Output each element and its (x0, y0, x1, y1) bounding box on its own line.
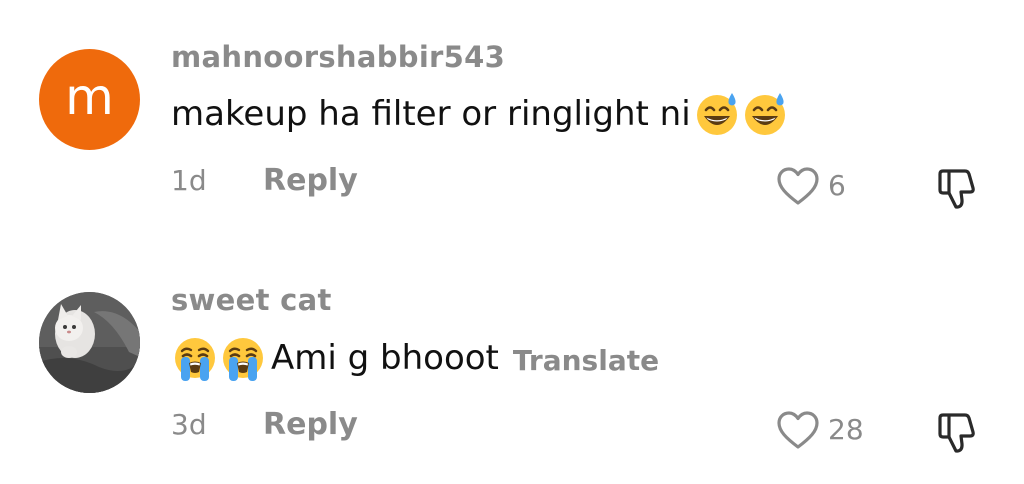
comment-meta: 1d Reply (171, 166, 358, 196)
like-button[interactable]: 28 (776, 410, 864, 450)
comment-item: m mahnoorshabbir543 makeup ha filter or … (0, 0, 1024, 240)
like-count: 28 (828, 413, 864, 446)
reply-button[interactable]: Reply (263, 410, 358, 440)
comment-text-row: Ami g bhooot Translate (171, 334, 659, 382)
avatar-letter: m (65, 67, 114, 126)
loudly-crying-emoji-icon (219, 334, 267, 382)
comment-text: Ami g bhooot (271, 338, 499, 378)
comment-meta: 3d Reply (171, 410, 358, 440)
thumbs-down-icon (934, 410, 982, 456)
comment-username[interactable]: mahnoorshabbir543 (171, 43, 505, 72)
heart-icon (776, 166, 820, 206)
sweat-smile-emoji-icon (741, 90, 789, 138)
comment-item: sweet cat Ami g bhooot Translate 3d Repl… (0, 244, 1024, 484)
comment-text-row: makeup ha filter or ringlight ni (171, 90, 789, 138)
comment-timestamp: 3d (171, 408, 207, 441)
comment-timestamp: 1d (171, 164, 207, 197)
comment-text: makeup ha filter or ringlight ni (171, 94, 691, 134)
heart-icon (776, 410, 820, 450)
avatar[interactable]: m (39, 49, 140, 150)
avatar[interactable] (39, 292, 140, 393)
sweat-smile-emoji-icon (693, 90, 741, 138)
cat-photo-avatar (39, 292, 140, 393)
thumbs-down-icon (934, 166, 982, 212)
translate-link[interactable]: Translate (513, 344, 659, 377)
like-button[interactable]: 6 (776, 166, 846, 206)
dislike-button[interactable] (934, 410, 982, 456)
dislike-button[interactable] (934, 166, 982, 212)
comment-username[interactable]: sweet cat (171, 286, 332, 315)
loudly-crying-emoji-icon (171, 334, 219, 382)
like-count: 6 (828, 169, 846, 202)
reply-button[interactable]: Reply (263, 166, 358, 196)
